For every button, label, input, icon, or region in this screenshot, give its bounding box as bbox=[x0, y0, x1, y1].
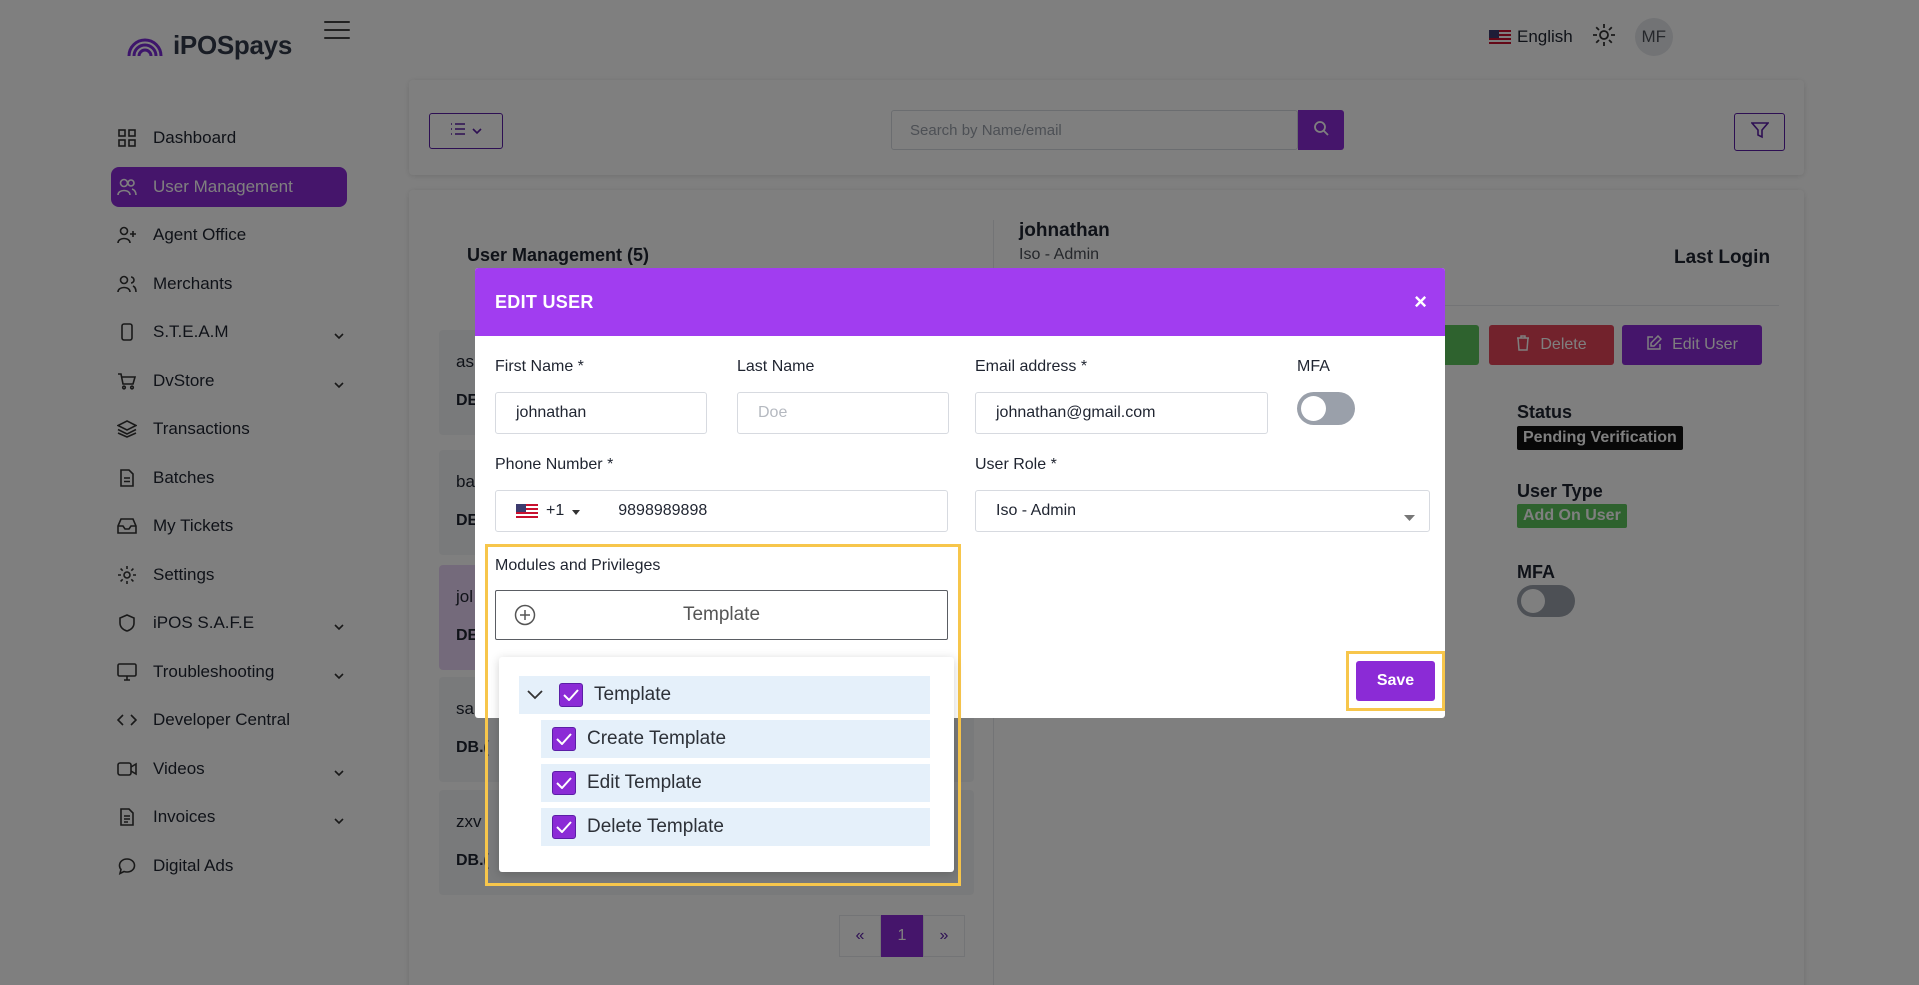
phone-field[interactable]: +1 9898989898 bbox=[495, 490, 948, 532]
tree-node-edit-template[interactable]: Edit Template bbox=[541, 764, 930, 802]
template-button-label: Template bbox=[682, 604, 761, 625]
chevron-down-icon[interactable] bbox=[527, 684, 543, 706]
tree-node-label: Delete Template bbox=[587, 816, 724, 837]
tree-node-delete-template[interactable]: Delete Template bbox=[541, 808, 930, 846]
first-name-label: First Name * bbox=[495, 358, 584, 375]
tree-node-create-template[interactable]: Create Template bbox=[541, 720, 930, 758]
template-tree-dropdown: Template Create Template Edit Template D… bbox=[499, 657, 954, 872]
last-name-field[interactable]: Doe bbox=[737, 392, 949, 434]
edit-user-modal: EDIT USER × First Name * johnathan Last … bbox=[475, 268, 1445, 886]
caret-down-icon bbox=[1404, 508, 1415, 526]
email-field[interactable]: johnathan@gmail.com bbox=[975, 392, 1268, 434]
save-button[interactable]: Save bbox=[1356, 661, 1435, 701]
checkbox-checked-icon[interactable] bbox=[552, 771, 576, 795]
user-role-value: Iso - Admin bbox=[996, 502, 1077, 519]
user-role-select[interactable]: Iso - Admin bbox=[975, 490, 1430, 532]
phone-number-value: 9898989898 bbox=[618, 502, 708, 519]
checkbox-checked-icon[interactable] bbox=[552, 815, 576, 839]
caret-down-icon bbox=[572, 502, 581, 520]
modules-label: Modules and Privileges bbox=[495, 557, 661, 574]
template-button[interactable]: Template bbox=[495, 590, 948, 640]
phone-label: Phone Number * bbox=[495, 456, 614, 473]
plus-circle-icon bbox=[514, 604, 536, 632]
mfa-toggle[interactable] bbox=[1297, 392, 1355, 425]
first-name-field[interactable]: johnathan bbox=[495, 392, 707, 434]
checkbox-checked-icon[interactable] bbox=[552, 727, 576, 751]
country-code-selector[interactable]: +1 bbox=[516, 502, 581, 520]
tree-node-template[interactable]: Template bbox=[519, 676, 930, 714]
user-role-label: User Role * bbox=[975, 456, 1057, 473]
us-flag-icon bbox=[516, 503, 538, 519]
checkbox-checked-icon[interactable] bbox=[559, 683, 583, 707]
tree-node-label: Template bbox=[594, 684, 672, 705]
tree-node-label: Edit Template bbox=[587, 772, 702, 793]
close-icon[interactable]: × bbox=[1414, 289, 1427, 315]
modal-title: EDIT USER bbox=[495, 291, 594, 312]
mfa-label: MFA bbox=[1297, 358, 1330, 375]
email-label: Email address * bbox=[975, 358, 1088, 375]
last-name-label: Last Name bbox=[737, 358, 815, 375]
country-code: +1 bbox=[546, 502, 565, 519]
modal-header: EDIT USER × bbox=[475, 268, 1445, 336]
tree-node-label: Create Template bbox=[587, 728, 727, 749]
